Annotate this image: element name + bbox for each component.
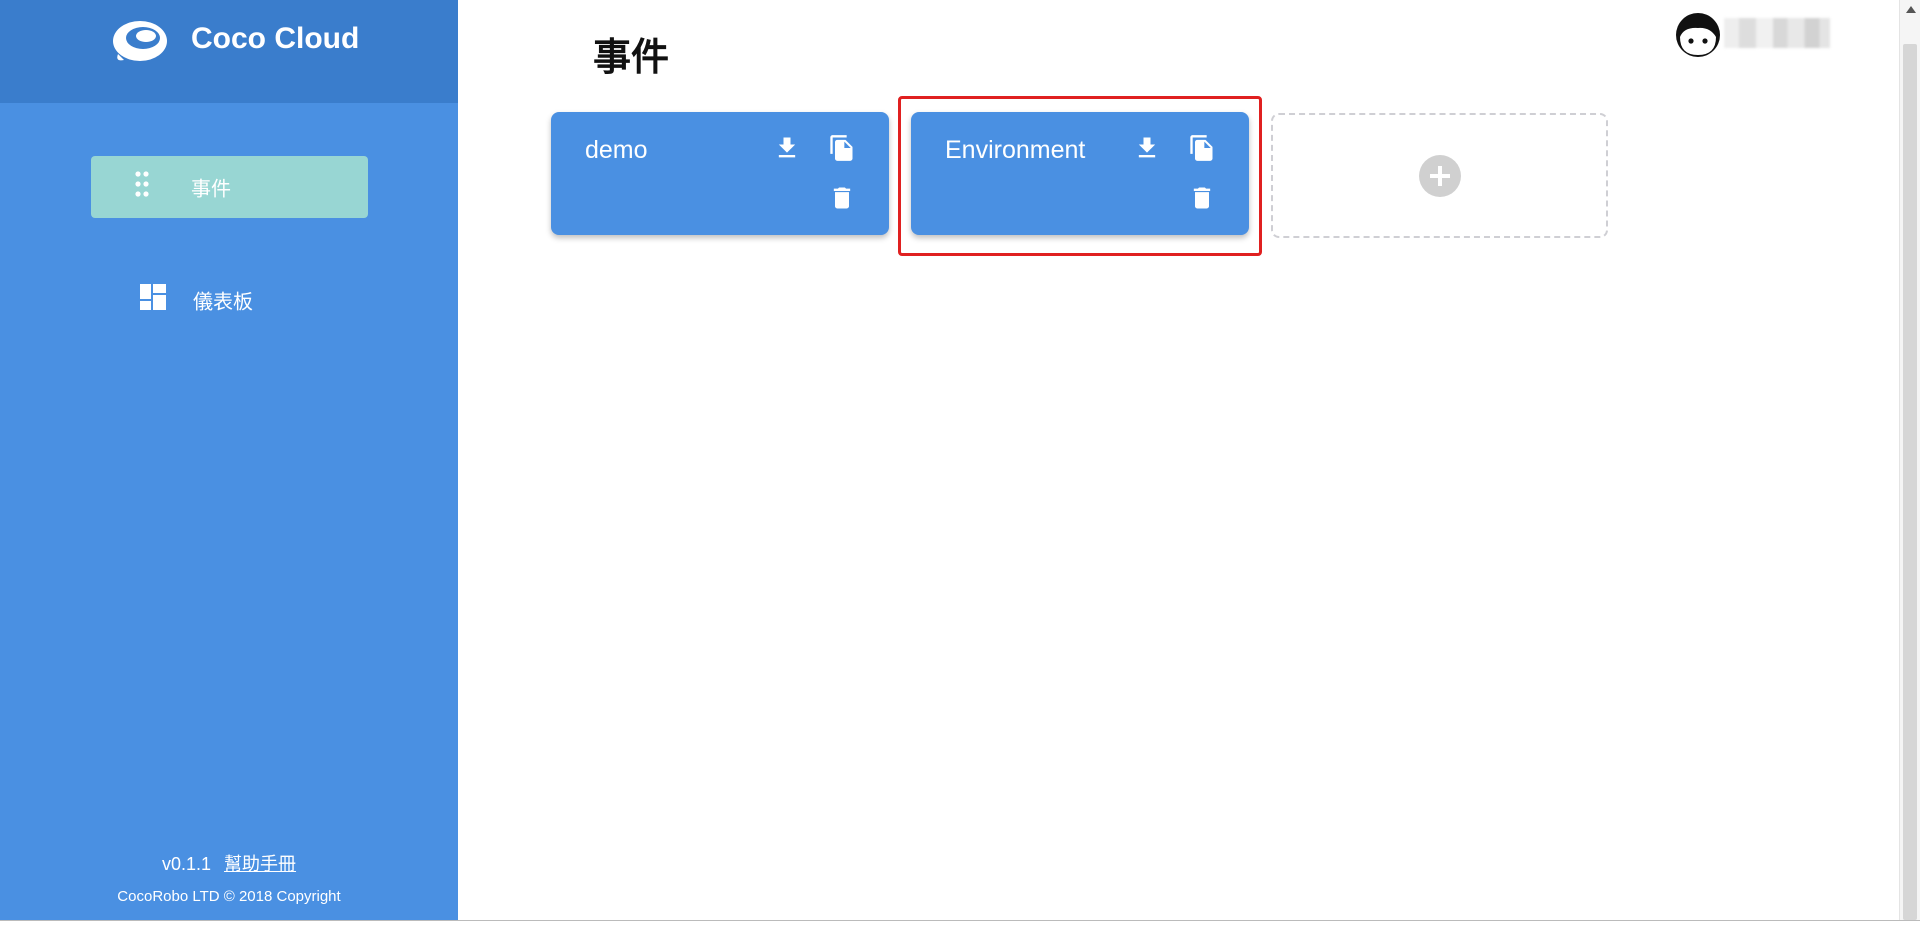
dashboard-grid-icon <box>140 284 166 316</box>
version-text: v0.1.1 <box>161 854 212 874</box>
cloud-bubble-icon[interactable] <box>110 16 170 66</box>
drag-dots-icon <box>135 171 149 203</box>
sidebar-item-label: 儀表板 <box>193 291 253 314</box>
sidebar: Coco Cloud 事件 儀表板 v0.1.1 幫助手冊 CocoRobo L… <box>0 0 458 920</box>
version-help-line: v0.1.1 幫助手冊 <box>0 850 458 876</box>
delete-icon[interactable] <box>828 184 856 212</box>
copyright-text: CocoRobo LTD © 2018 Copyright <box>117 888 341 905</box>
user-face-icon[interactable] <box>1674 11 1722 59</box>
sidebar-item-events[interactable]: 事件 <box>91 156 368 218</box>
username-blurred[interactable] <box>1724 18 1830 48</box>
sidebar-item-label: 事件 <box>191 178 231 201</box>
page-title: 事件 <box>593 37 670 79</box>
window-bottom-edge <box>0 920 1920 944</box>
help-manual-link[interactable]: 幫助手冊 <box>224 854 296 874</box>
vertical-scrollbar[interactable] <box>1899 0 1920 920</box>
card-title: demo <box>585 136 648 164</box>
plus-circle-icon[interactable] <box>1418 154 1461 197</box>
scroll-up-arrow-icon[interactable] <box>1906 6 1916 13</box>
sidebar-item-dashboard[interactable]: 儀表板 <box>91 269 368 331</box>
event-card-demo[interactable]: demo <box>551 112 889 235</box>
scrollbar-thumb[interactable] <box>1903 44 1917 920</box>
add-event-card[interactable] <box>1271 113 1608 238</box>
brand-name: Coco Cloud <box>191 22 360 55</box>
copy-icon[interactable] <box>828 134 856 162</box>
download-icon[interactable] <box>773 134 801 162</box>
selection-highlight <box>898 96 1262 256</box>
sidebar-header: Coco Cloud <box>0 0 458 103</box>
